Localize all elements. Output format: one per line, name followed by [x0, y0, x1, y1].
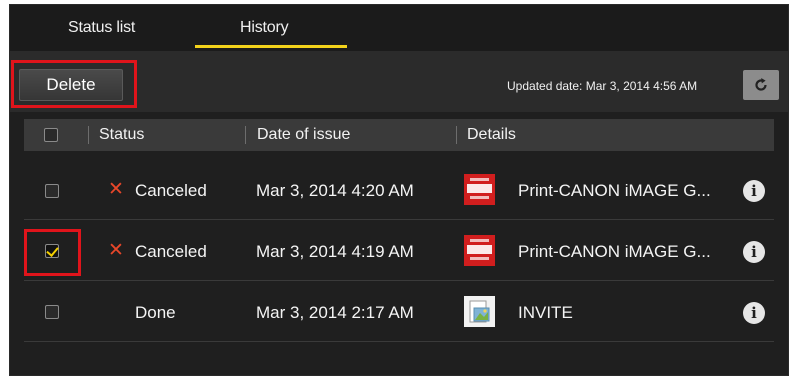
row-date: Mar 3, 2014 4:20 AM	[256, 181, 414, 200]
table-row[interactable]: Done Mar 3, 2014 2:17 AM INVITE i	[24, 282, 774, 342]
column-separator	[456, 126, 457, 144]
table-header: Status Date of issue Details	[24, 119, 774, 151]
canceled-x-icon: ✕	[108, 179, 124, 200]
row-checkbox[interactable]	[45, 244, 59, 258]
refresh-icon	[755, 78, 767, 91]
row-status: Done	[135, 303, 176, 322]
header-date: Date of issue	[257, 126, 351, 143]
table-row[interactable]: ✕ Canceled Mar 3, 2014 4:20 AM Print-CAN…	[24, 160, 774, 220]
info-icon[interactable]: i	[743, 180, 765, 202]
row-status: Canceled	[135, 181, 207, 200]
refresh-button[interactable]	[743, 70, 779, 100]
canceled-x-icon: ✕	[108, 240, 124, 261]
row-details[interactable]: Print-CANON iMAGE G...	[518, 181, 711, 201]
document-image-thumb	[464, 296, 495, 327]
info-icon[interactable]: i	[743, 302, 765, 324]
canon-image-gateway-thumb	[464, 235, 495, 266]
updated-date: Updated date: Mar 3, 2014 4:56 AM	[507, 79, 698, 93]
table-row[interactable]: ✕ Canceled Mar 3, 2014 4:19 AM Print-CAN…	[24, 221, 774, 281]
column-separator	[88, 126, 89, 144]
header-details: Details	[467, 126, 516, 143]
row-date: Mar 3, 2014 2:17 AM	[256, 303, 414, 322]
header-status: Status	[99, 126, 145, 143]
row-checkbox[interactable]	[45, 305, 59, 319]
tab-history[interactable]: History	[240, 19, 289, 37]
row-date: Mar 3, 2014 4:19 AM	[256, 242, 414, 261]
row-details[interactable]: INVITE	[518, 303, 573, 323]
select-all-checkbox[interactable]	[44, 128, 58, 142]
row-details[interactable]: Print-CANON iMAGE G...	[518, 242, 711, 262]
tab-bar: Status list History	[10, 5, 788, 51]
toolbar: Delete Updated date: Mar 3, 2014 4:56 AM	[10, 51, 788, 112]
tab-status-list[interactable]: Status list	[68, 19, 135, 37]
column-separator	[245, 126, 246, 144]
print-history-panel: Status list History Delete Updated date:…	[9, 4, 789, 376]
row-checkbox[interactable]	[45, 184, 59, 198]
row-status: Canceled	[135, 242, 207, 261]
canon-image-gateway-thumb	[464, 174, 495, 205]
delete-button[interactable]: Delete	[19, 69, 123, 101]
active-tab-indicator	[195, 45, 347, 48]
info-icon[interactable]: i	[743, 241, 765, 263]
